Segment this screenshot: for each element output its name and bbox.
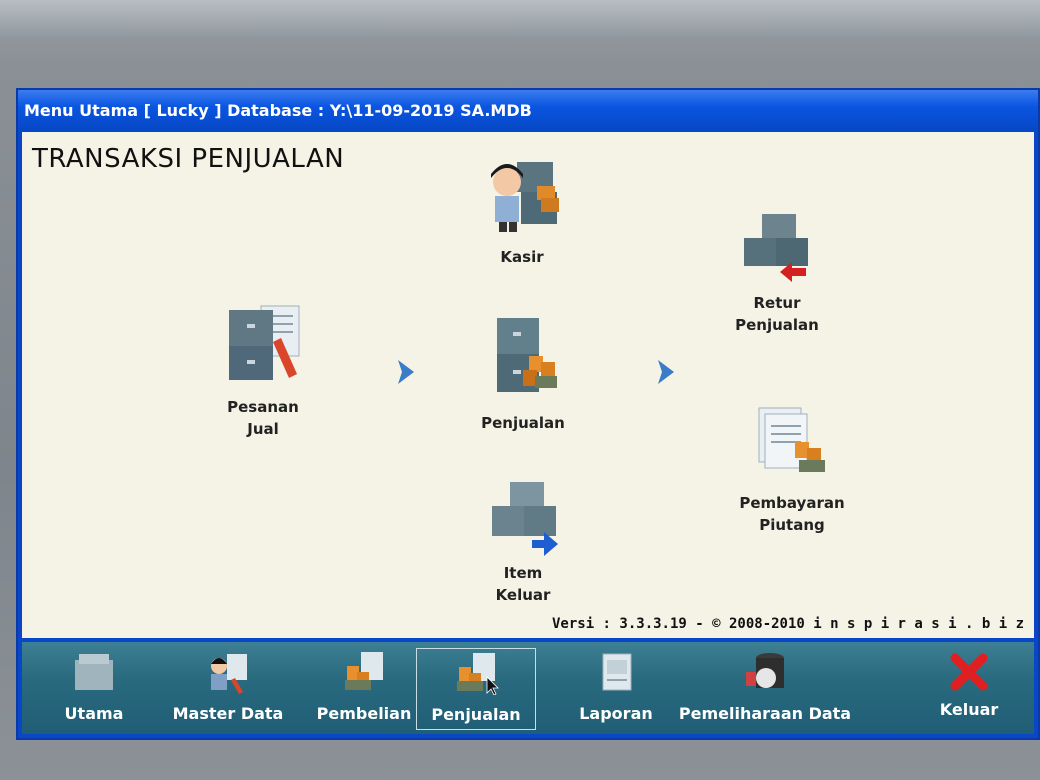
monitor-bezel: [0, 0, 1040, 40]
kasir-label: Kasir: [500, 248, 544, 266]
menu-keluar-label: Keluar: [939, 700, 999, 719]
menu-keluar[interactable]: Keluar: [926, 648, 1012, 730]
menu-laporan-label: Laporan: [579, 704, 653, 723]
menu-pemeliharaan-data[interactable]: Pemeliharaan Data: [672, 648, 858, 730]
master-data-icon: [211, 654, 247, 694]
window-title: Menu Utama [ Lucky ] Database : Y:\11-09…: [18, 90, 1038, 132]
pesanan-label-line1: Pesanan: [227, 398, 299, 416]
main-window: Menu Utama [ Lucky ] Database : Y:\11-09…: [16, 88, 1040, 740]
sales-icon: [497, 318, 557, 392]
menu-utama-label: Utama: [64, 704, 124, 723]
item-keluar-button[interactable]: Item Keluar: [468, 478, 578, 606]
retur-label-line2: Penjualan: [735, 316, 819, 334]
pembayaran-label-line1: Pembayaran: [739, 494, 845, 512]
report-icon: [602, 653, 632, 691]
item-keluar-label-line1: Item: [503, 564, 543, 582]
main-menu-bar: Utama Master Data Pembelian Penjualan La…: [22, 642, 1034, 734]
menu-penjualan[interactable]: Penjualan: [416, 648, 536, 730]
purchase-icon: [345, 652, 383, 690]
pembayaran-piutang-button[interactable]: Pembayaran Piutang: [722, 402, 862, 536]
maintenance-icon: [746, 653, 784, 688]
retur-label-line1: Retur: [753, 294, 801, 312]
penjualan-label: Penjualan: [481, 414, 565, 432]
receivable-payment-icon: [758, 407, 825, 472]
flow-arrow-icon: [658, 360, 674, 384]
item-keluar-label-line2: Keluar: [495, 586, 551, 604]
page-title: TRANSAKSI PENJUALAN: [32, 144, 345, 174]
transaction-panel: TRANSAKSI PENJUALAN Kasir Retur Penjuala…: [22, 132, 1034, 638]
item-out-icon: [492, 482, 558, 556]
close-icon: [950, 653, 988, 691]
retur-penjualan-button[interactable]: Retur Penjualan: [722, 208, 832, 336]
sales-return-icon: [744, 214, 808, 282]
menu-pembelian[interactable]: Pembelian: [304, 648, 424, 730]
sales-menu-icon: [457, 653, 499, 695]
menu-laporan[interactable]: Laporan: [556, 648, 676, 730]
pembayaran-label-line2: Piutang: [759, 516, 825, 534]
menu-master-data[interactable]: Master Data: [168, 648, 288, 730]
flow-arrow-icon: [398, 360, 414, 384]
menu-pembelian-label: Pembelian: [316, 704, 412, 723]
kasir-button[interactable]: Kasir: [472, 152, 572, 268]
penjualan-button[interactable]: Penjualan: [468, 312, 578, 434]
sales-order-icon: [229, 305, 300, 380]
menu-pemeliharaan-label: Pemeliharaan Data: [678, 704, 852, 723]
pesanan-label-line2: Jual: [247, 420, 279, 438]
home-box-icon: [75, 654, 113, 690]
menu-master-data-label: Master Data: [172, 704, 284, 723]
pesanan-jual-button[interactable]: Pesanan Jual: [208, 302, 318, 440]
menu-penjualan-label: Penjualan: [431, 705, 521, 724]
menu-utama[interactable]: Utama: [46, 648, 142, 730]
version-info: Versi : 3.3.3.19 - © 2008-2010 i n s p i…: [551, 616, 1024, 632]
cashier-icon: [491, 162, 559, 232]
